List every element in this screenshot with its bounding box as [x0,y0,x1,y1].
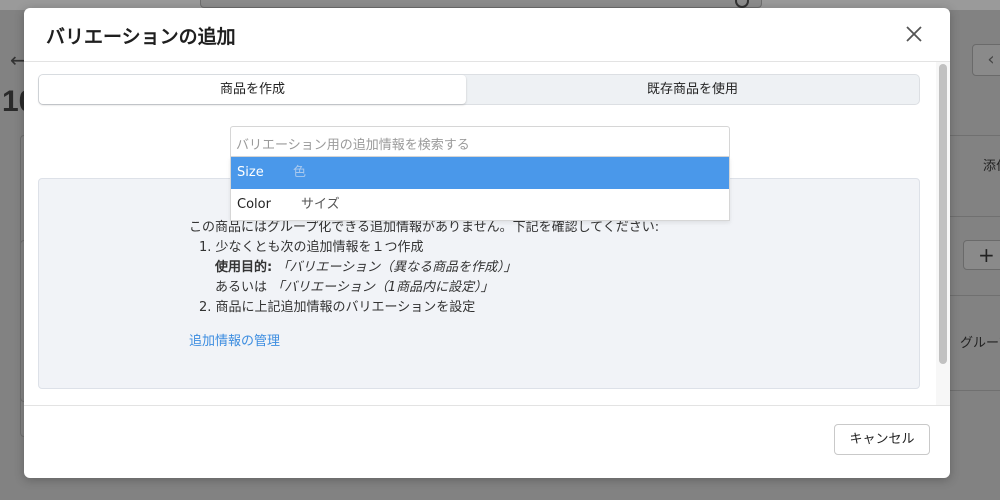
tab-use-existing-product[interactable]: 既存商品を使用 [466,75,919,104]
tab-switcher: 商品を作成 既存商品を使用 [38,74,920,105]
cancel-button[interactable]: キャンセル [834,424,930,455]
background-group-label: グループ [960,336,1000,351]
modal-header: バリエーションの追加 [24,8,950,62]
modal-footer: キャンセル [24,405,950,478]
info-step-2: 2. 商品に上記追加情報のバリエーションを設定 [199,300,476,315]
info-step-1-purpose: 使用目的: 「バリエーション（異なる商品を作成）」 [189,258,659,278]
info-message: この商品にはグループ化できる追加情報がありません。下記を確認してください: [189,220,660,235]
info-step-1: 1. 少なくとも次の追加情報を１つ作成 [199,240,424,255]
option-key: Size [237,165,264,180]
info-text: この商品にはグループ化できる追加情報がありません。下記を確認してください: 1.… [189,218,659,318]
or-value: 「バリエーション（1商品内に設定）」 [271,280,494,295]
close-icon[interactable] [902,22,926,46]
dropdown-option-size[interactable]: Size 色 [231,157,729,189]
background-add-button: + [963,240,1000,270]
divider [950,295,1000,296]
background-search-bar [200,0,762,8]
background-card [950,135,1000,217]
chevron-left-icon: ‹ [972,44,1000,76]
dropdown-option-color[interactable]: Color サイズ [231,189,729,221]
variation-search-input[interactable]: バリエーション用の追加情報を検索する [230,126,730,157]
purpose-label: 使用目的: [215,260,273,275]
scrollbar[interactable] [936,62,950,405]
modal-body: 商品を作成 既存商品を使用 この商品にはグループ化できる追加情報がありません。下… [24,62,936,405]
purpose-value: 「バリエーション（異なる商品を作成）」 [276,260,517,275]
manage-metafields-link[interactable]: 追加情報の管理 [189,330,280,349]
modal-title: バリエーションの追加 [46,26,236,48]
divider [950,390,1000,391]
info-step-1-alternative: あるいは 「バリエーション（1商品内に設定）」 [189,278,659,298]
option-value: 色 [293,165,307,180]
option-key: Color [237,197,271,212]
tab-create-product[interactable]: 商品を作成 [39,75,466,104]
add-variation-modal: バリエーションの追加 商品を作成 既存商品を使用 この商品にはグループ化できる追… [24,8,950,478]
option-value: サイズ [301,197,340,212]
or-label: あるいは [215,280,268,295]
search-dropdown: Size 色 Color サイズ [230,157,730,221]
scrollbar-thumb[interactable] [939,64,947,364]
background-attach-label: 添付 [983,159,1000,174]
